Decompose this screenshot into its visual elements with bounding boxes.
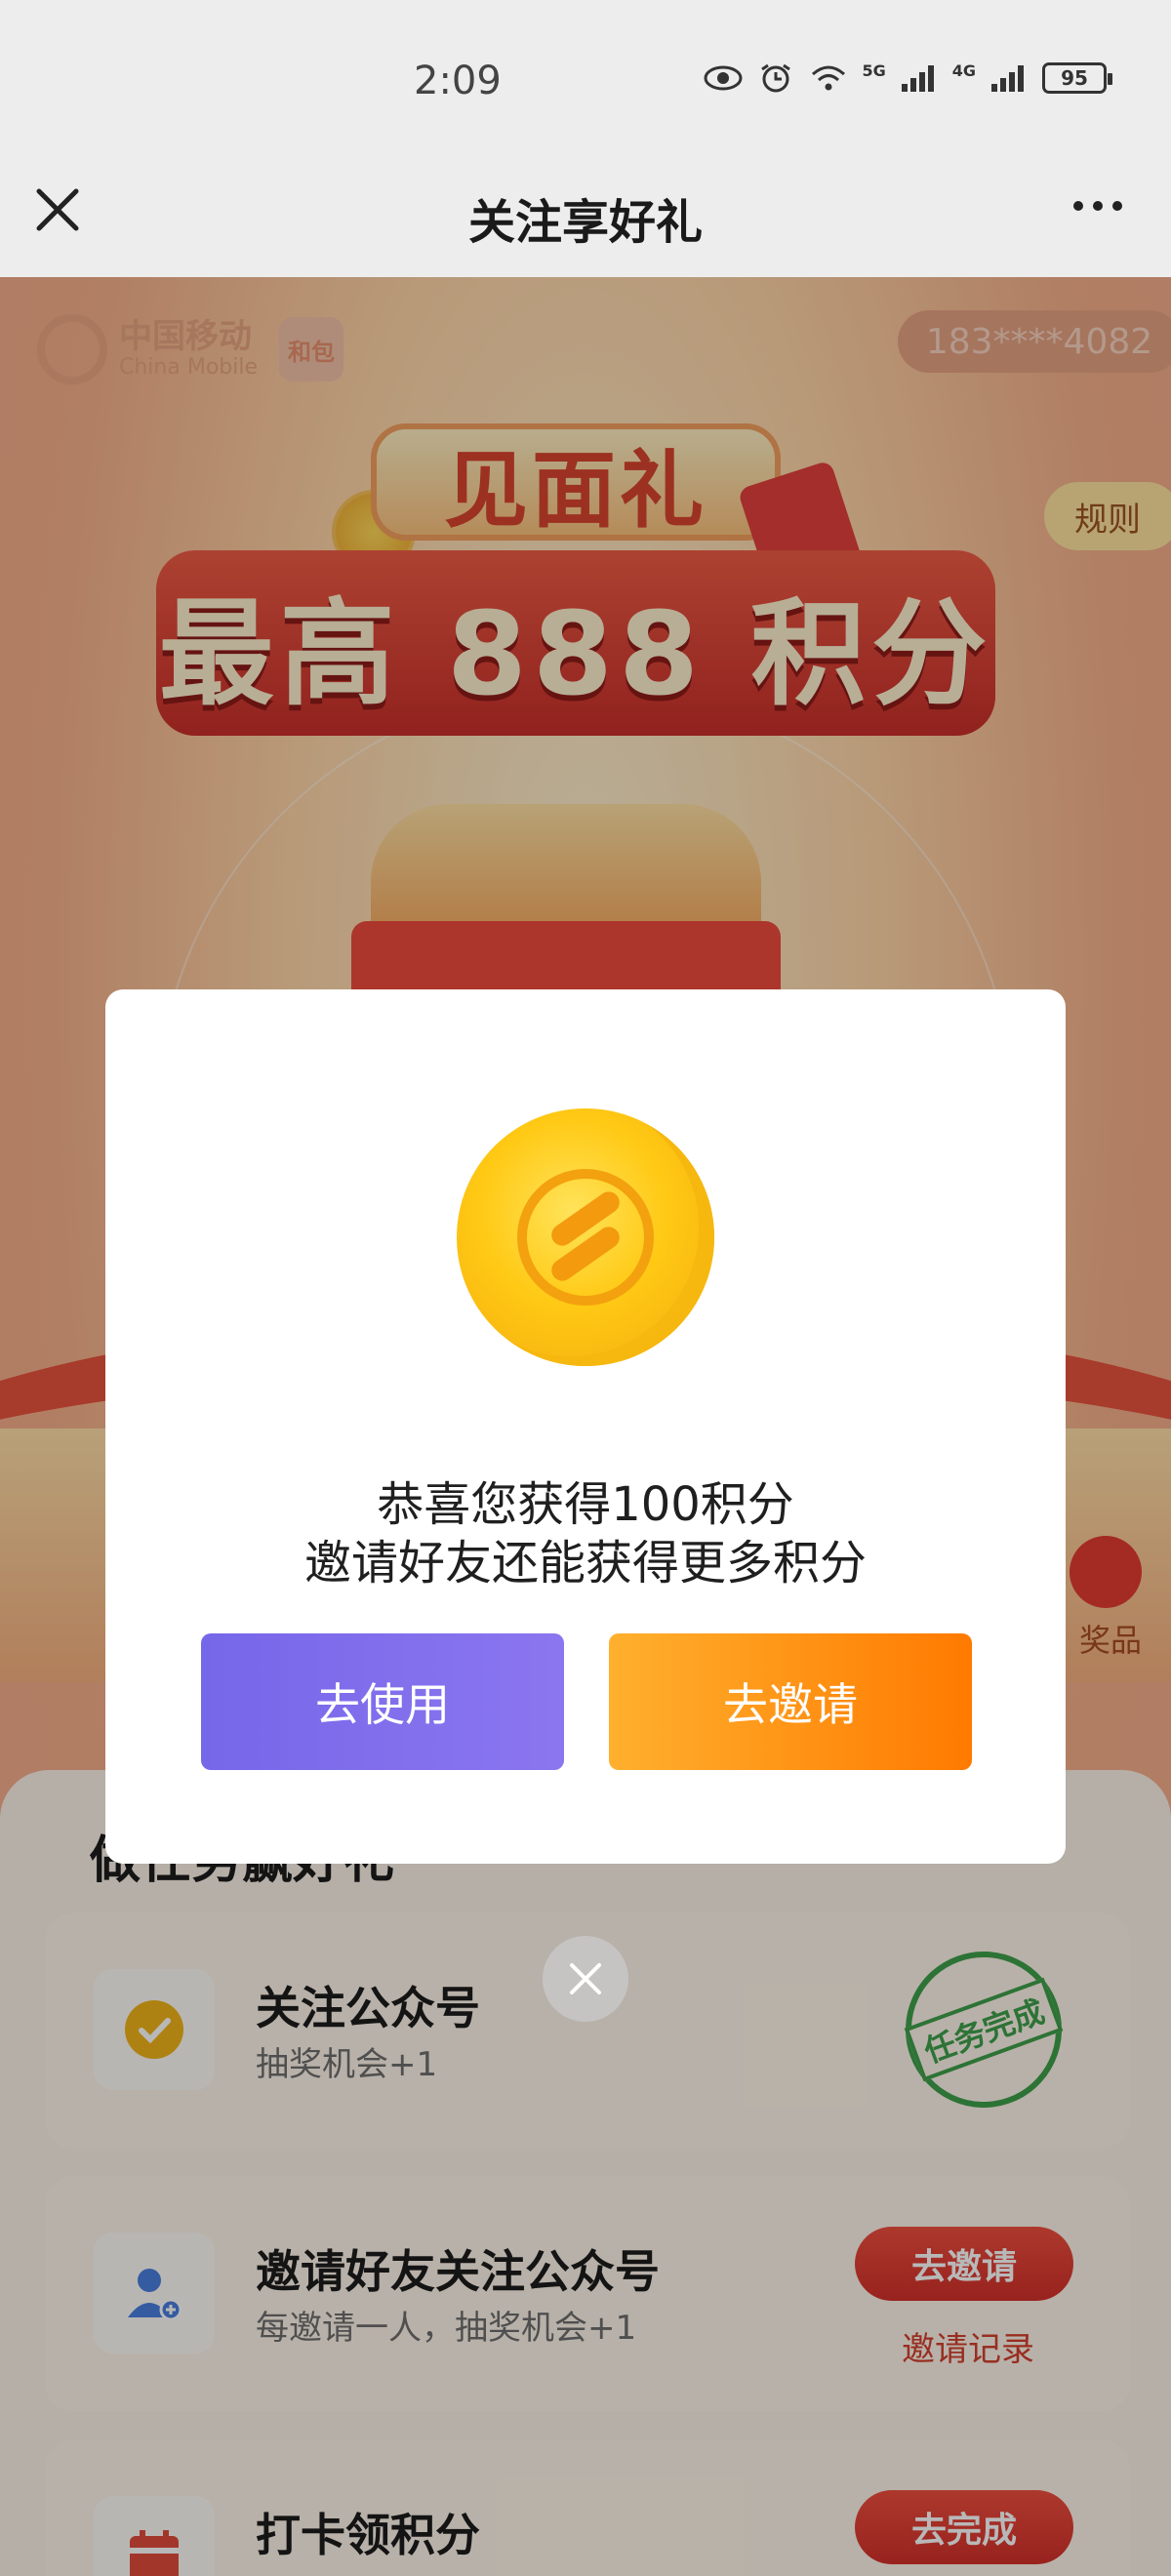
signal-label-1: 5G [862,60,886,80]
reward-modal: 恭喜您获得100积分 邀请好友还能获得更多积分 去使用 去邀请 [105,989,1066,1864]
nav-bar: 关注享好礼 [0,166,1171,277]
eye-icon [704,65,743,91]
invite-message: 邀请好友还能获得更多积分 [303,1536,867,1590]
coin-icon [457,1108,714,1366]
status-time: 2:09 [414,59,502,103]
invite-button[interactable]: 去邀请 [609,1633,972,1770]
page-title: 关注享好礼 [467,195,703,250]
status-bar: 2:09 5G 4G 95 [0,0,1171,166]
alarm-icon [761,63,791,93]
battery-level: 95 [1061,66,1088,90]
status-icons: 5G 4G 95 [704,60,1112,94]
use-button[interactable]: 去使用 [201,1633,564,1770]
battery-icon: 95 [1042,62,1112,94]
wifi-icon [812,65,846,91]
signal-label-2: 4G [951,60,976,80]
more-icon[interactable] [1073,201,1122,211]
signal-icon [901,65,934,92]
close-icon[interactable] [543,1936,628,2022]
signal-icon [991,65,1024,92]
